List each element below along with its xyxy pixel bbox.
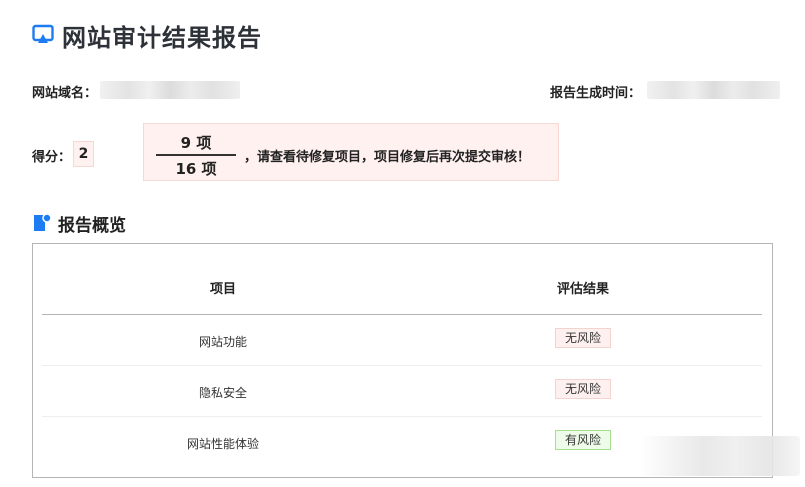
section-header: 报告概览: [32, 211, 126, 236]
score-value: 2: [73, 141, 94, 167]
score-label: 得分：: [32, 150, 72, 165]
table-row: 隐私安全 无风险: [42, 366, 762, 417]
status-badge: 有风险: [554, 430, 612, 450]
summary-message: ，请查看待修复项目，项目修复后再次提交审核！: [244, 150, 531, 165]
domain-value-redacted: [100, 81, 240, 99]
column-header-item: 项目: [209, 282, 237, 297]
item-name: 网站性能体验: [186, 437, 260, 451]
page-title: 网站审计结果报告: [62, 23, 262, 52]
monitor-icon: [32, 24, 54, 43]
domain-label: 网站域名：: [32, 86, 98, 101]
column-header-result: 评估结果: [556, 282, 610, 297]
watermark-redacted: [640, 436, 800, 476]
pending-count: 9 项: [180, 134, 212, 152]
report-flag-icon: [34, 213, 52, 231]
item-name: 网站功能: [198, 335, 248, 349]
report-time-label: 报告生成时间：: [550, 86, 642, 101]
report-time-redacted: [647, 81, 780, 99]
page-header: 网站审计结果报告: [32, 18, 262, 52]
status-badge: 无风险: [554, 379, 612, 399]
status-badge: 无风险: [554, 328, 612, 348]
table-row: 网站功能 无风险: [42, 315, 762, 366]
item-name: 隐私安全: [198, 386, 248, 400]
fraction-divider: [156, 154, 236, 156]
total-count: 16 项: [175, 160, 217, 178]
summary-box: 9 项 16 项 ，请查看待修复项目，项目修复后再次提交审核！: [143, 123, 559, 181]
section-title: 报告概览: [58, 215, 126, 236]
